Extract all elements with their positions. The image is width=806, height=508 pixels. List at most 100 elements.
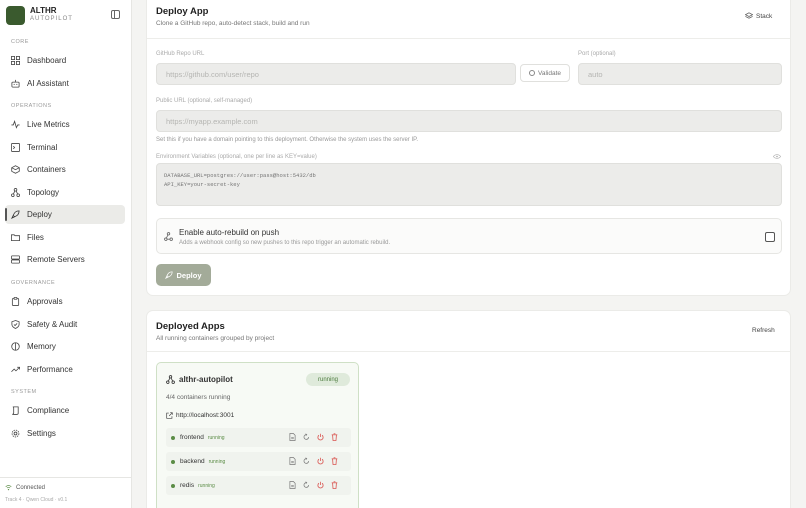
network-icon <box>166 375 175 384</box>
sidebar-item-label: Terminal <box>27 143 58 152</box>
public-url-hint: Set this if you have a domain pointing t… <box>156 137 419 143</box>
status-dot <box>171 483 175 488</box>
sidebar-item-label: Topology <box>27 188 60 197</box>
power-icon[interactable] <box>317 457 324 465</box>
trash-icon[interactable] <box>331 433 338 441</box>
sidebar-item-approvals[interactable]: Approvals <box>5 292 125 311</box>
public-url-label: Public URL (optional, self-managed) <box>156 98 253 104</box>
service-status: running <box>198 482 215 489</box>
repo-url-input[interactable] <box>156 63 516 85</box>
sidebar-item-label: Remote Servers <box>27 255 85 264</box>
stack-button[interactable]: Stack <box>745 12 772 20</box>
logs-icon[interactable] <box>289 433 296 441</box>
sidebar-item-label: Dashboard <box>27 56 67 65</box>
sidebar: ALTHR AUTOPILOT CORE Dashboard AI Assist… <box>0 0 132 508</box>
sidebar-item-label: Approvals <box>27 297 63 306</box>
sidebar-item-label: Compliance <box>27 406 70 415</box>
restart-icon[interactable] <box>303 457 310 465</box>
external-link-icon <box>166 412 173 419</box>
brain-icon <box>11 342 20 351</box>
sidebar-item-dashboard[interactable]: Dashboard <box>5 51 125 70</box>
sidebar-item-remote-servers[interactable]: Remote Servers <box>5 250 125 269</box>
rocket-icon <box>11 210 20 219</box>
refresh-button[interactable]: Refresh <box>752 327 775 334</box>
sidebar-item-label: Live Metrics <box>27 120 70 129</box>
scroll-icon <box>11 406 20 415</box>
section-label-core: CORE <box>11 39 29 45</box>
circle-icon <box>528 70 535 76</box>
trash-icon[interactable] <box>331 481 338 489</box>
server-icon <box>11 255 20 264</box>
sidebar-collapse-icon[interactable] <box>111 10 120 19</box>
deployed-title: Deployed Apps <box>156 321 225 332</box>
service-name: frontend <box>180 434 204 441</box>
brand-name: ALTHR <box>30 6 57 15</box>
logs-icon[interactable] <box>289 457 296 465</box>
sidebar-item-terminal[interactable]: Terminal <box>5 138 125 157</box>
terminal-icon <box>11 143 20 152</box>
sidebar-item-compliance[interactable]: Compliance <box>5 401 125 420</box>
sidebar-item-label: Memory <box>27 342 56 351</box>
app-url-link[interactable]: http://localhost:3001 <box>166 412 234 419</box>
app-card[interactable]: althr-autopilot running 4/4 containers r… <box>156 362 359 508</box>
sidebar-item-ai-assistant[interactable]: AI Assistant <box>5 74 125 93</box>
sidebar-item-memory[interactable]: Memory <box>5 337 125 356</box>
auto-rebuild-title: Enable auto-rebuild on push <box>179 228 280 237</box>
sidebar-item-live-metrics[interactable]: Live Metrics <box>5 115 125 134</box>
connection-status: Connected <box>5 484 132 491</box>
brand-subtitle: AUTOPILOT <box>30 16 73 22</box>
trending-up-icon <box>11 365 20 374</box>
wifi-icon <box>5 485 12 491</box>
validate-button[interactable]: Validate <box>520 64 570 82</box>
section-label-system: SYSTEM <box>11 389 37 395</box>
eye-icon[interactable] <box>773 154 781 159</box>
sidebar-item-label: Files <box>27 233 44 242</box>
brand[interactable]: ALTHR AUTOPILOT <box>6 5 126 25</box>
sidebar-item-settings[interactable]: Settings <box>5 424 125 443</box>
auto-rebuild-option[interactable]: Enable auto-rebuild on push Adds a webho… <box>156 218 782 254</box>
service-name: backend <box>180 458 205 465</box>
shield-icon <box>11 320 20 329</box>
sidebar-item-label: Deploy <box>27 210 52 219</box>
sidebar-item-deploy[interactable]: Deploy <box>5 205 125 224</box>
deploy-title: Deploy App <box>156 6 209 17</box>
env-vars-textarea[interactable] <box>156 163 782 206</box>
gear-icon <box>11 429 20 438</box>
power-icon[interactable] <box>317 433 324 441</box>
sidebar-item-label: AI Assistant <box>27 79 69 88</box>
repo-url-label: GitHub Repo URL <box>156 51 205 57</box>
auto-rebuild-description: Adds a webhook config so new pushes to t… <box>179 240 391 246</box>
container-count: 4/4 containers running <box>166 394 231 401</box>
logs-icon[interactable] <box>289 481 296 489</box>
sidebar-item-safety-audit[interactable]: Safety & Audit <box>5 315 125 334</box>
trash-icon[interactable] <box>331 457 338 465</box>
sidebar-footer: Connected Track 4 · Qwen Cloud · v0.1 <box>0 477 132 503</box>
main-content: Deploy App Clone a GitHub repo, auto-det… <box>132 0 806 508</box>
status-dot <box>171 435 175 440</box>
power-icon[interactable] <box>317 481 324 489</box>
service-row: frontend running <box>166 428 351 447</box>
divider <box>147 351 790 352</box>
deploy-button[interactable]: Deploy <box>156 264 211 286</box>
port-input[interactable] <box>578 63 782 85</box>
section-label-governance: GOVERNANCE <box>11 280 56 286</box>
restart-icon[interactable] <box>303 433 310 441</box>
sidebar-item-containers[interactable]: Containers <box>5 160 125 179</box>
auto-rebuild-checkbox[interactable] <box>765 232 775 242</box>
sidebar-item-label: Containers <box>27 165 66 174</box>
sidebar-item-topology[interactable]: Topology <box>5 183 125 202</box>
sidebar-item-files[interactable]: Files <box>5 228 125 247</box>
sidebar-item-performance[interactable]: Performance <box>5 360 125 379</box>
deploy-subtitle: Clone a GitHub repo, auto-detect stack, … <box>156 20 310 27</box>
port-label: Port (optional) <box>578 51 616 57</box>
sidebar-item-label: Safety & Audit <box>27 320 78 329</box>
service-row: backend running <box>166 452 351 471</box>
sidebar-item-label: Performance <box>27 365 73 374</box>
restart-icon[interactable] <box>303 481 310 489</box>
deploy-app-card: Deploy App Clone a GitHub repo, auto-det… <box>146 0 791 296</box>
service-status: running <box>208 458 226 465</box>
public-url-input[interactable] <box>156 110 782 132</box>
env-vars-label: Environment Variables (optional, one per… <box>156 154 317 160</box>
status-dot <box>171 459 175 464</box>
app-name: althr-autopilot <box>166 375 233 384</box>
